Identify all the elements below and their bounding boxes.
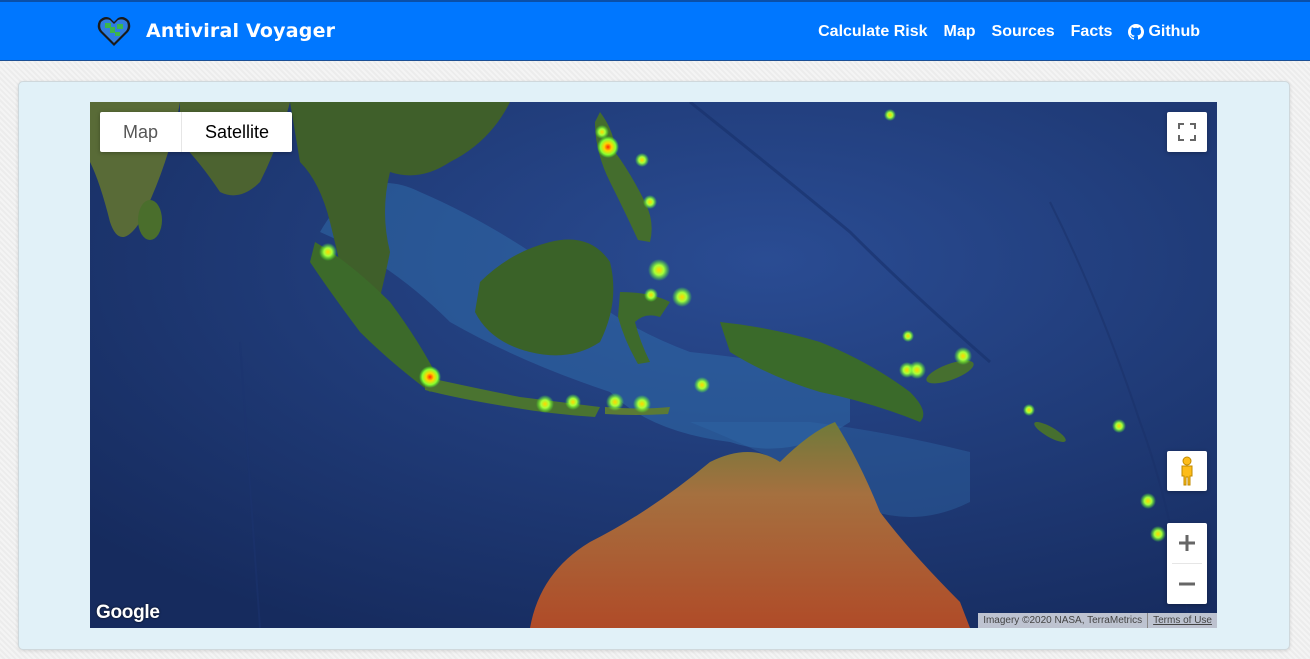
pegman-icon xyxy=(1181,456,1193,486)
imagery-credit: Imagery ©2020 NASA, TerraMetrics xyxy=(978,613,1148,628)
brand[interactable]: Antiviral Voyager xyxy=(96,13,335,49)
nav-map[interactable]: Map xyxy=(944,23,976,41)
fullscreen-icon xyxy=(1178,123,1196,141)
zoom-out-button[interactable] xyxy=(1167,564,1207,604)
map-terrain xyxy=(90,102,1217,628)
zoom-control xyxy=(1167,523,1207,604)
nav-github[interactable]: Github xyxy=(1128,23,1200,41)
terms-of-use-link[interactable]: Terms of Use xyxy=(1147,613,1217,628)
street-view-button[interactable] xyxy=(1167,451,1207,491)
pixel-globe-heart-icon xyxy=(97,17,131,46)
google-logo[interactable]: Google xyxy=(96,602,160,624)
map-type-control: Map Satellite xyxy=(100,112,293,152)
nav-calculate-risk[interactable]: Calculate Risk xyxy=(818,23,927,41)
github-icon xyxy=(1128,24,1145,40)
navbar: Antiviral Voyager Calculate Risk Map Sou… xyxy=(0,0,1310,61)
satellite-map[interactable]: Map Satellite Google Imagery ©2020 NASA,… xyxy=(90,102,1217,628)
plus-icon xyxy=(1179,535,1195,551)
zoom-in-button[interactable] xyxy=(1167,523,1207,563)
minus-icon xyxy=(1179,582,1195,586)
map-attribution: Imagery ©2020 NASA, TerraMetrics Terms o… xyxy=(978,613,1217,628)
fullscreen-button[interactable] xyxy=(1167,112,1207,152)
map-type-satellite-button[interactable]: Satellite xyxy=(182,112,292,152)
brand-name: Antiviral Voyager xyxy=(146,20,336,42)
nav-github-label: Github xyxy=(1148,23,1200,40)
nav-facts[interactable]: Facts xyxy=(1071,23,1113,41)
nav-sources[interactable]: Sources xyxy=(992,23,1055,41)
nav-links: Calculate Risk Map Sources Facts Github xyxy=(818,23,1200,41)
map-type-map-button[interactable]: Map xyxy=(100,112,183,152)
